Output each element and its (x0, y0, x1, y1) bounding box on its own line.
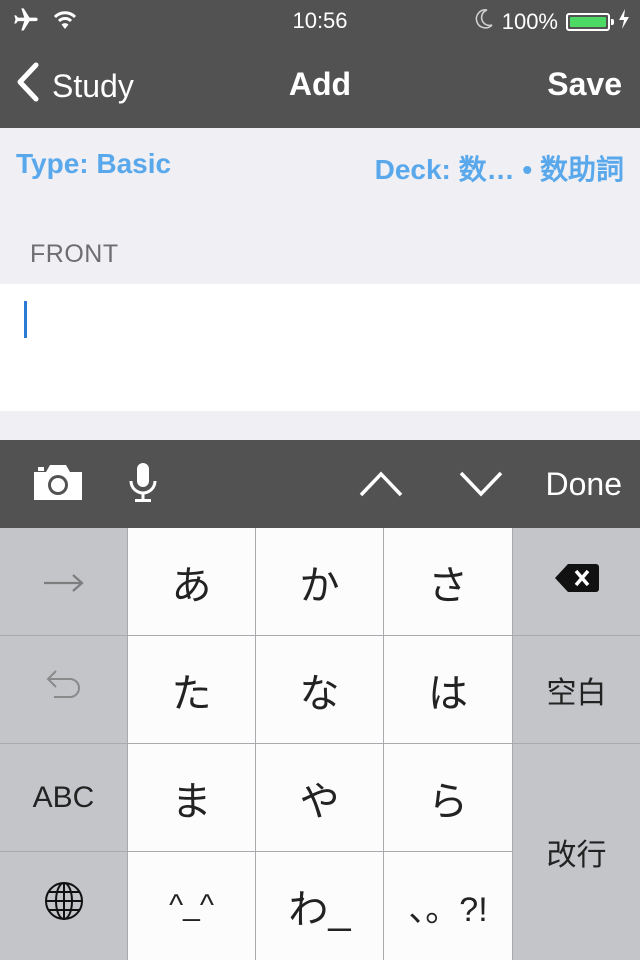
navigation-bar: Study Add Save (0, 40, 640, 128)
key-punctuation-label: 、。?! (408, 890, 488, 929)
type-deck-row: Type: Basic Deck: 数… • 数助詞 (0, 128, 640, 202)
charging-bolt-icon (618, 9, 630, 35)
input-toolbar: Done (0, 440, 640, 528)
key-na[interactable]: な (256, 636, 384, 744)
text-caret (24, 301, 27, 338)
back-button[interactable]: Study (16, 62, 134, 110)
status-right: 100% (474, 8, 630, 36)
chevron-up-icon[interactable] (358, 470, 404, 503)
key-ra[interactable]: ら (384, 744, 513, 852)
key-ya[interactable]: や (256, 744, 384, 852)
globe-icon (43, 880, 85, 932)
key-ta[interactable]: た (128, 636, 256, 744)
battery-nub (611, 19, 614, 25)
key-ha[interactable]: は (384, 636, 513, 744)
chevron-left-icon (16, 62, 40, 110)
undo-key[interactable] (0, 636, 128, 744)
key-face[interactable]: ^_^ (128, 852, 256, 960)
enter-key-label: 改行 (546, 839, 607, 872)
japanese-keyboard: あ か さ た な は 空白 ABC ま や ら 改行 ^_^ わ_ 、。?! (0, 528, 640, 960)
space-key-label: 空白 (546, 676, 607, 710)
undo-icon (44, 665, 84, 715)
save-button[interactable]: Save (547, 66, 622, 103)
battery-icon (566, 13, 614, 31)
front-field-input[interactable] (0, 284, 640, 411)
battery-fill (570, 17, 606, 27)
key-ka[interactable]: か (256, 528, 384, 636)
microphone-icon[interactable] (128, 462, 158, 509)
key-face-label: ^_^ (169, 889, 214, 922)
arrow-right-icon (42, 559, 86, 604)
key-sa[interactable]: さ (384, 528, 513, 636)
back-label: Study (52, 67, 134, 104)
abc-key[interactable]: ABC (0, 744, 128, 852)
status-bar: 10:56 100% (0, 0, 640, 40)
chevron-down-icon[interactable] (458, 470, 504, 503)
enter-key[interactable]: 改行 (513, 744, 640, 960)
key-ma[interactable]: ま (128, 744, 256, 852)
camera-icon[interactable] (32, 462, 84, 507)
delete-icon (554, 559, 600, 604)
note-type-selector[interactable]: Type: Basic (16, 148, 171, 180)
space-key[interactable]: 空白 (513, 636, 640, 744)
delete-key[interactable] (513, 528, 640, 636)
key-punctuation[interactable]: 、。?! (384, 852, 513, 960)
battery-percent: 100% (501, 9, 558, 34)
front-field-label: FRONT (30, 240, 119, 268)
next-candidate-key[interactable] (0, 528, 128, 636)
key-wa[interactable]: わ_ (256, 852, 384, 960)
globe-key[interactable] (0, 852, 128, 960)
deck-selector[interactable]: Deck: 数… • 数助詞 (375, 148, 624, 188)
done-button[interactable]: Done (546, 466, 623, 503)
moon-icon (474, 8, 494, 36)
abc-key-label: ABC (32, 780, 95, 814)
key-a[interactable]: あ (128, 528, 256, 636)
